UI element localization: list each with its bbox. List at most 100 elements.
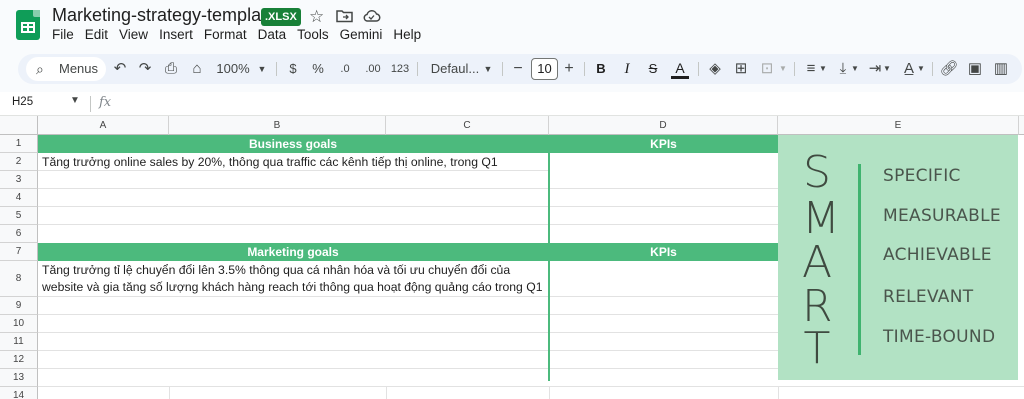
- cell-a8-line1[interactable]: Tăng trưởng tỉ lệ chuyển đổi lên 3.5% th…: [42, 261, 510, 279]
- title-bar: Marketing-strategy-template .XLSX ☆ File…: [0, 0, 1024, 50]
- row-header-5[interactable]: 5: [0, 207, 38, 225]
- star-icon[interactable]: ☆: [309, 7, 324, 27]
- row-header-9[interactable]: 9: [0, 297, 38, 315]
- cloud-status-icon[interactable]: [362, 7, 381, 29]
- print-icon[interactable]: ⎙: [160, 54, 182, 84]
- bold-button[interactable]: B: [593, 54, 609, 84]
- select-all-corner[interactable]: [0, 116, 38, 135]
- rotation-chevron-down-icon[interactable]: ▼: [916, 54, 926, 84]
- smart-word-achievable: ACHIEVABLE: [883, 245, 992, 265]
- grid-line: [38, 206, 778, 207]
- text-color-button[interactable]: A: [671, 59, 689, 79]
- row-header-7[interactable]: 7: [0, 243, 38, 261]
- zoom-chevron-down-icon[interactable]: ▼: [256, 54, 268, 84]
- menu-tools[interactable]: Tools: [297, 27, 329, 43]
- grid-line: [38, 188, 778, 189]
- smart-word-time-bound: TIME-BOUND: [883, 327, 996, 347]
- cell-a8-line2[interactable]: website và gia tăng số lượng khách hàng …: [42, 278, 542, 296]
- halign-chevron-down-icon[interactable]: ▼: [818, 54, 828, 84]
- toolbar-divider: [794, 62, 795, 76]
- business-goals-header[interactable]: Business goals: [38, 135, 548, 153]
- percent-format-button[interactable]: %: [311, 54, 325, 84]
- borders-icon[interactable]: ⊞: [730, 54, 752, 84]
- smart-letter-m: M: [802, 193, 840, 244]
- fill-color-icon[interactable]: ◈: [704, 54, 726, 84]
- more-formats-button[interactable]: 123: [389, 54, 411, 84]
- smart-word-measurable: MEASURABLE: [883, 206, 1001, 226]
- toolbar-divider: [276, 62, 277, 76]
- merge-cells-icon[interactable]: ⊡: [756, 54, 778, 84]
- font-family-select[interactable]: Defaul...: [426, 54, 484, 84]
- column-header-a[interactable]: A: [38, 116, 169, 135]
- insert-link-icon[interactable]: 🔗︎: [938, 54, 960, 84]
- column-header-c[interactable]: C: [386, 116, 549, 135]
- redo-icon[interactable]: ↷: [134, 54, 156, 84]
- increase-decimal-button[interactable]: .00: [361, 54, 385, 84]
- column-header-d[interactable]: D: [549, 116, 778, 135]
- menu-format[interactable]: Format: [204, 27, 247, 43]
- merge-chevron-down-icon[interactable]: ▼: [778, 54, 788, 84]
- increase-font-size-button[interactable]: +: [562, 54, 576, 84]
- font-chevron-down-icon[interactable]: ▼: [482, 54, 494, 84]
- function-icon: fx: [99, 95, 112, 110]
- cell-a2[interactable]: Tăng trưởng online sales by 20%, thông q…: [42, 153, 498, 171]
- kpi-column-border: [548, 153, 550, 243]
- decrease-decimal-button[interactable]: .0: [334, 54, 356, 84]
- insert-comment-icon[interactable]: ▣: [964, 54, 986, 84]
- row-header-6[interactable]: 6: [0, 225, 38, 243]
- valign-chevron-down-icon[interactable]: ▼: [850, 54, 860, 84]
- toolbar: ⌕ Menus ↶ ↷ ⎙ ⌂ 100% ▼ $ % .0 .00 123 De…: [18, 54, 1022, 84]
- strikethrough-button[interactable]: S: [645, 54, 661, 84]
- insert-chart-icon[interactable]: ▥: [990, 54, 1012, 84]
- row-header-11[interactable]: 11: [0, 333, 38, 351]
- font-size-input[interactable]: 10: [531, 58, 558, 80]
- decrease-font-size-button[interactable]: −: [511, 54, 525, 84]
- name-box-chevron-down-icon[interactable]: ▼: [70, 95, 80, 106]
- document-title[interactable]: Marketing-strategy-template: [52, 5, 276, 26]
- row-header-8[interactable]: 8: [0, 261, 38, 297]
- sheets-logo-icon[interactable]: [16, 10, 40, 40]
- kpi-column-border: [548, 261, 550, 381]
- menu-help[interactable]: Help: [393, 27, 421, 43]
- row-header-10[interactable]: 10: [0, 315, 38, 333]
- menu-gemini[interactable]: Gemini: [340, 27, 383, 43]
- row-header-2[interactable]: 2: [0, 153, 38, 171]
- marketing-goals-header[interactable]: Marketing goals: [38, 243, 548, 261]
- sheet-grid[interactable]: A B C D E 1 2 3 4 5 6 7 8 9 10 11 12 13 …: [0, 116, 1024, 399]
- row-header-14[interactable]: 14: [0, 387, 38, 399]
- currency-format-button[interactable]: $: [286, 54, 300, 84]
- column-header-e[interactable]: E: [778, 116, 1019, 135]
- smart-word-relevant: RELEVANT: [883, 287, 974, 307]
- row-header-3[interactable]: 3: [0, 171, 38, 189]
- italic-button[interactable]: I: [619, 54, 635, 84]
- row-header-13[interactable]: 13: [0, 369, 38, 387]
- undo-icon[interactable]: ↶: [109, 54, 131, 84]
- kpis-header-2[interactable]: KPIs: [549, 243, 778, 261]
- column-header-b[interactable]: B: [169, 116, 386, 135]
- menu-bar: File Edit View Insert Format Data Tools …: [52, 27, 432, 43]
- smart-letter-t: T: [803, 323, 831, 374]
- smart-word-specific: SPECIFIC: [883, 166, 961, 186]
- kpis-header-1[interactable]: KPIs: [549, 135, 778, 153]
- zoom-select[interactable]: 100%: [214, 54, 252, 84]
- menu-data[interactable]: Data: [258, 27, 287, 43]
- wrap-chevron-down-icon[interactable]: ▼: [882, 54, 892, 84]
- grid-line: [778, 387, 779, 399]
- row-header-4[interactable]: 4: [0, 189, 38, 207]
- menu-edit[interactable]: Edit: [85, 27, 108, 43]
- menu-insert[interactable]: Insert: [159, 27, 193, 43]
- grid-line: [38, 350, 778, 351]
- search-menus-input[interactable]: ⌕ Menus: [26, 57, 106, 81]
- row-header-12[interactable]: 12: [0, 351, 38, 369]
- grid-line: [386, 387, 387, 399]
- paint-format-icon[interactable]: ⌂: [186, 54, 208, 84]
- grid-line: [38, 314, 778, 315]
- menu-view[interactable]: View: [119, 27, 148, 43]
- column-header-f[interactable]: [1019, 116, 1024, 135]
- row-header-1[interactable]: 1: [0, 135, 38, 153]
- business-goals-header-row: Business goals KPIs: [38, 135, 778, 153]
- move-folder-icon[interactable]: [336, 7, 353, 29]
- menu-file[interactable]: File: [52, 27, 74, 43]
- name-box[interactable]: H25: [12, 96, 33, 108]
- grid-line: [38, 224, 778, 225]
